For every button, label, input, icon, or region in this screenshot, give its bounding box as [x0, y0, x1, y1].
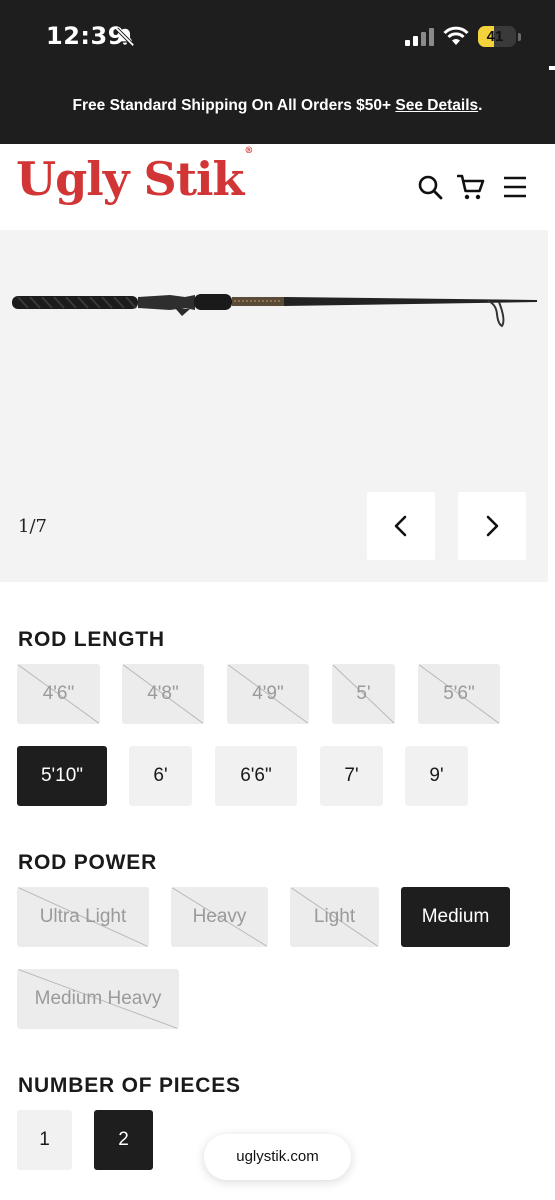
rod-length-option[interactable]: 4'9": [227, 664, 309, 724]
option-label: Heavy: [192, 906, 247, 927]
cellular-signal-icon: [405, 28, 434, 46]
rod-length-option[interactable]: 4'8": [122, 664, 204, 724]
product-gallery[interactable]: 1/7: [0, 230, 548, 582]
rod-length-option[interactable]: 6': [129, 746, 192, 806]
status-bar: 12:39 41: [0, 0, 555, 70]
option-label: Ultra Light: [39, 906, 127, 927]
option-label: 9': [429, 765, 444, 786]
bell-slash-icon: [115, 27, 135, 47]
rod-length-option[interactable]: 5': [332, 664, 395, 724]
rod-power-option[interactable]: Medium: [401, 887, 510, 947]
battery-level: 41: [486, 28, 504, 45]
rod-power-option[interactable]: Heavy: [171, 887, 268, 947]
option-label: Light: [313, 906, 356, 927]
fishing-rod-image: [12, 294, 537, 328]
image-counter: 1/7: [18, 516, 47, 537]
option-label: 1: [39, 1129, 50, 1150]
rod-power-title: ROD POWER: [18, 851, 158, 874]
chevron-left-icon: [394, 515, 407, 537]
search-icon[interactable]: [416, 173, 444, 201]
site-header: Ugly Stik®: [0, 144, 555, 230]
option-label: 4'9": [252, 683, 284, 704]
option-label: 6'6": [240, 765, 272, 786]
option-label: 2: [118, 1129, 129, 1150]
option-label: Medium Heavy: [34, 988, 162, 1009]
option-label: 7': [344, 765, 359, 786]
wifi-icon: [443, 26, 469, 45]
option-label: 5'10": [40, 765, 84, 786]
rod-length-option[interactable]: 7': [320, 746, 383, 806]
option-label: 4'8": [147, 683, 179, 704]
battery-nub: [518, 33, 521, 41]
rod-power-option[interactable]: Ultra Light: [17, 887, 149, 947]
rod-length-option[interactable]: 6'6": [215, 746, 297, 806]
option-label: 4'6": [42, 683, 75, 704]
rod-power-option[interactable]: Medium Heavy: [17, 969, 179, 1029]
rod-length-title: ROD LENGTH: [18, 628, 165, 651]
cart-icon[interactable]: [457, 173, 485, 201]
logo-text: Ugly Stik: [16, 152, 244, 206]
ugly-stik-logo[interactable]: Ugly Stik®: [16, 146, 253, 206]
option-label: 6': [153, 765, 168, 786]
rod-power-option[interactable]: Light: [290, 887, 379, 947]
rod-length-option[interactable]: 9': [405, 746, 468, 806]
option-label: Medium: [421, 906, 490, 927]
option-label: 5': [356, 683, 371, 704]
previous-image-button[interactable]: [367, 492, 435, 560]
rod-length-option[interactable]: 5'10": [17, 746, 107, 806]
pieces-title: NUMBER OF PIECES: [18, 1074, 241, 1097]
announcement-bar: Free Standard Shipping On All Orders $50…: [0, 70, 555, 144]
rod-length-option[interactable]: 5'6": [418, 664, 500, 724]
menu-icon[interactable]: [502, 173, 530, 201]
pieces-option[interactable]: 1: [17, 1110, 72, 1170]
battery-indicator: 41: [478, 26, 516, 47]
option-label: 5'6": [443, 683, 475, 704]
announcement-suffix: .: [478, 97, 483, 114]
browser-url-pill[interactable]: uglystik.com: [204, 1134, 351, 1180]
chevron-right-icon: [486, 515, 499, 537]
announcement-text: Free Standard Shipping On All Orders $50…: [72, 97, 396, 114]
pieces-option[interactable]: 2: [94, 1110, 153, 1170]
registered-mark: ®: [244, 145, 253, 156]
rod-length-option[interactable]: 4'6": [17, 664, 100, 724]
next-image-button[interactable]: [458, 492, 526, 560]
see-details-link[interactable]: See Details: [395, 97, 478, 114]
